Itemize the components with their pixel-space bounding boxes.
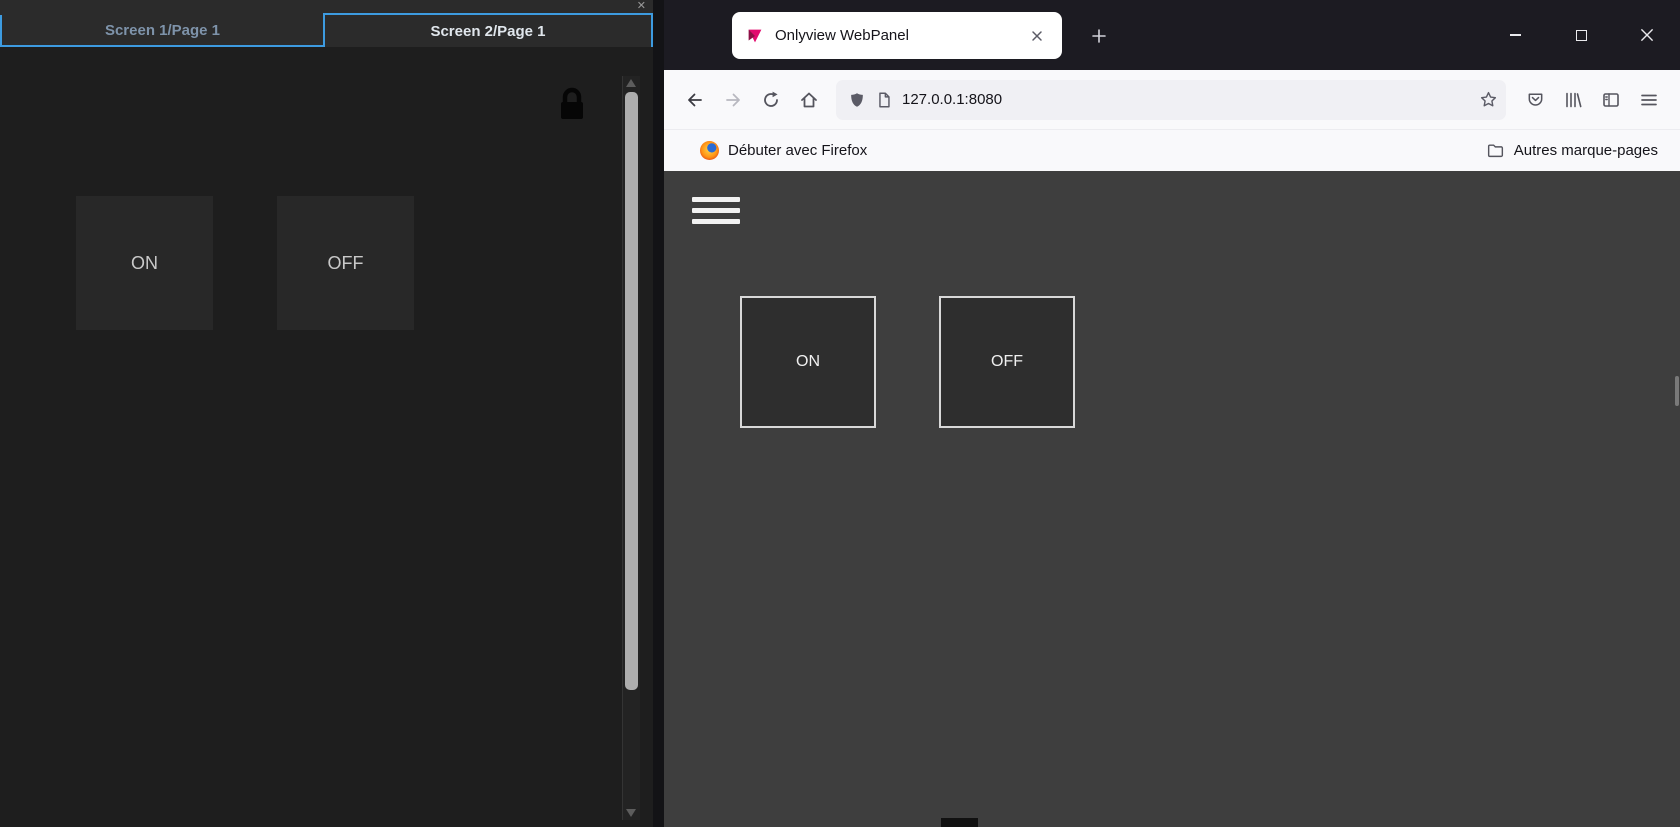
webpanel-on-button[interactable]: ON bbox=[740, 296, 876, 428]
back-button[interactable] bbox=[676, 81, 714, 119]
page-menu-button[interactable] bbox=[692, 197, 740, 224]
left-app-tabstrip: ✕ Screen 1/Page 1 Screen 2/Page 1 bbox=[0, 0, 653, 47]
arrow-right-icon bbox=[726, 93, 740, 106]
screen: ✕ Screen 1/Page 1 Screen 2/Page 1 ON OFF bbox=[0, 0, 1680, 827]
plus-icon bbox=[1092, 29, 1106, 43]
onlyview-logo-icon bbox=[745, 26, 765, 46]
scroll-down-arrow-icon[interactable] bbox=[626, 809, 636, 817]
folder-icon bbox=[1486, 141, 1505, 160]
webpanel-on-label: ON bbox=[796, 353, 820, 370]
other-bookmarks-button[interactable]: Autres marque-pages bbox=[1486, 141, 1658, 160]
window-divider bbox=[653, 0, 664, 827]
editor-on-button[interactable]: ON bbox=[76, 196, 213, 330]
library-button[interactable] bbox=[1554, 81, 1592, 119]
pocket-icon bbox=[1528, 93, 1542, 106]
editor-off-button[interactable]: OFF bbox=[277, 196, 414, 330]
maximize-button[interactable] bbox=[1548, 0, 1614, 70]
other-bookmarks-label: Autres marque-pages bbox=[1513, 142, 1658, 159]
new-tab-button[interactable] bbox=[1084, 21, 1114, 51]
window-controls bbox=[1482, 0, 1680, 70]
window-close-button[interactable] bbox=[1614, 0, 1680, 70]
bookmark-item-firefox[interactable]: Débuter avec Firefox bbox=[700, 141, 867, 160]
editor-off-label: OFF bbox=[327, 252, 364, 273]
tab-screen2-label: Screen 2/Page 1 bbox=[430, 22, 546, 40]
browser-titlebar: Onlyview WebPanel bbox=[664, 0, 1680, 70]
arrow-left-icon bbox=[688, 93, 702, 106]
browser-navbar: 127.0.0.1:8080 bbox=[664, 70, 1680, 129]
hamburger-icon bbox=[1641, 94, 1657, 105]
reload-button[interactable] bbox=[752, 81, 790, 119]
hamburger-icon bbox=[692, 197, 740, 202]
scrollbar-thumb[interactable] bbox=[625, 92, 638, 690]
left-app-window: ✕ Screen 1/Page 1 Screen 2/Page 1 ON OFF bbox=[0, 0, 653, 827]
url-bar[interactable]: 127.0.0.1:8080 bbox=[836, 79, 1506, 120]
tab-screen2-page1[interactable]: Screen 2/Page 1 bbox=[323, 13, 653, 47]
reload-icon bbox=[764, 91, 778, 107]
shield-icon[interactable] bbox=[848, 91, 866, 109]
library-icon bbox=[1566, 92, 1582, 107]
sidebar-button[interactable] bbox=[1592, 81, 1630, 119]
page-icon[interactable] bbox=[875, 91, 893, 109]
menu-button[interactable] bbox=[1630, 81, 1668, 119]
maximize-icon bbox=[1575, 29, 1587, 41]
bookmark-star-button[interactable] bbox=[1479, 90, 1498, 109]
bottom-scroll-fragment bbox=[941, 818, 978, 827]
minimize-icon bbox=[1509, 34, 1521, 36]
page-scrollbar-thumb[interactable] bbox=[1675, 376, 1679, 406]
webpanel-off-button[interactable]: OFF bbox=[939, 296, 1075, 428]
home-button[interactable] bbox=[790, 81, 828, 119]
lock-icon[interactable] bbox=[557, 86, 587, 122]
tab-close-icon[interactable] bbox=[1025, 24, 1049, 48]
bookmark-label: Débuter avec Firefox bbox=[728, 142, 868, 159]
left-pane-scrollbar[interactable] bbox=[622, 76, 640, 820]
sidebar-icon bbox=[1603, 92, 1619, 107]
pane-close-button[interactable]: ✕ bbox=[637, 0, 646, 13]
browser-tab-title: Onlyview WebPanel bbox=[775, 27, 909, 44]
firefox-logo-icon bbox=[700, 141, 719, 160]
star-icon bbox=[1480, 91, 1497, 107]
forward-button[interactable] bbox=[714, 81, 752, 119]
browser-tab[interactable]: Onlyview WebPanel bbox=[732, 12, 1062, 59]
pocket-button[interactable] bbox=[1516, 81, 1554, 119]
url-text: 127.0.0.1:8080 bbox=[902, 91, 1003, 108]
bookmarks-bar: Débuter avec Firefox Autres marque-pages bbox=[664, 129, 1680, 171]
webpage-content: ON OFF bbox=[664, 171, 1680, 827]
close-icon bbox=[1640, 28, 1654, 42]
left-app-canvas: ON OFF bbox=[0, 47, 653, 827]
tab-screen1-page1[interactable]: Screen 1/Page 1 bbox=[0, 15, 323, 47]
firefox-window: Onlyview WebPanel 127.0.0.1:8080 Débuter… bbox=[664, 0, 1680, 827]
scroll-up-arrow-icon[interactable] bbox=[626, 79, 636, 87]
webpanel-off-label: OFF bbox=[991, 353, 1023, 370]
editor-on-label: ON bbox=[131, 252, 158, 273]
home-icon bbox=[801, 92, 817, 107]
tab-screen1-label: Screen 1/Page 1 bbox=[104, 21, 221, 39]
minimize-button[interactable] bbox=[1482, 0, 1548, 70]
